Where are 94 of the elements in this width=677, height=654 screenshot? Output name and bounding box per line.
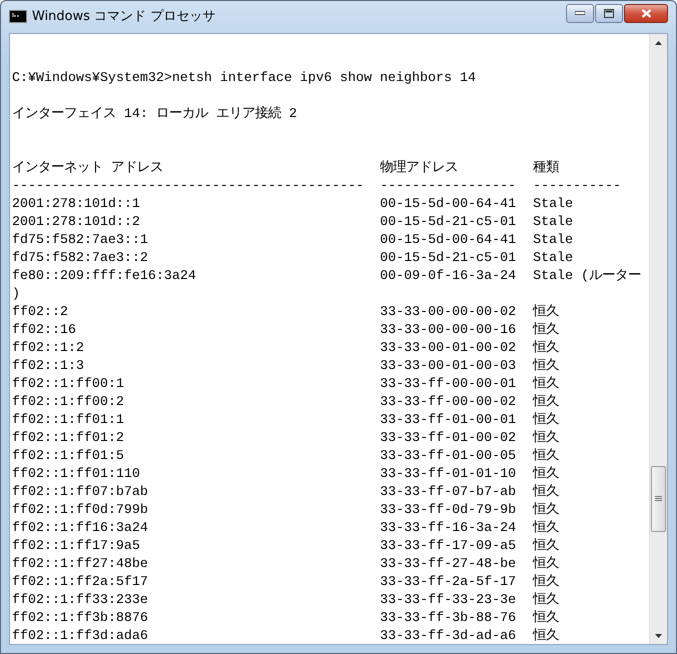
grip-icon [655,496,662,502]
mac-address: 33-33-ff-0d-79-9b [380,502,517,520]
ip-address: ff02::16 [12,322,77,340]
neighbor-type: Stale [533,250,574,268]
ip-address: ff02::1:ff3b:8876 [12,610,149,628]
maximize-icon [604,8,614,18]
ip-address: ff02::1:ff3d:ada6 [12,628,149,644]
console-icon [9,10,27,22]
scroll-down-icon[interactable] [655,634,662,638]
ip-address: 2001:278:101d::2 [12,214,141,232]
column-header: 種類 [533,160,560,178]
close-button[interactable] [624,4,668,22]
column-header: 物理アドレス [380,160,459,178]
mac-address: 33-33-ff-01-00-05 [380,448,517,466]
neighbor-type: 恒久 [533,610,560,628]
mac-address: 00-15-5d-21-c5-01 [380,214,517,232]
mac-address: 33-33-ff-01-00-01 [380,412,517,430]
ip-address: ff02::1:ff2a:5f17 [12,574,149,592]
ip-address: ff02::1:ff01:5 [12,448,125,466]
ip-address: ff02::1:ff07:b7ab [12,484,149,502]
mac-address: 00-15-5d-00-64-41 [380,196,517,214]
mac-address: 33-33-ff-17-09-a5 [380,538,517,556]
mac-address: 33-33-ff-00-00-02 [380,394,517,412]
ip-address: ff02::1:ff01:110 [12,466,141,484]
ip-address: ff02::1:ff00:2 [12,394,125,412]
mac-address: 33-33-ff-01-00-02 [380,430,517,448]
neighbor-type: Stale [533,232,574,250]
neighbor-type: 恒久 [533,502,560,520]
neighbor-type: 恒久 [533,412,560,430]
ip-address: ff02::1:ff01:2 [12,430,125,448]
mac-address: 33-33-ff-07-b7-ab [380,484,517,502]
ip-address: ff02::1:ff00:1 [12,376,125,394]
minimize-icon [575,11,585,15]
mac-address: 33-33-00-01-00-03 [380,358,517,376]
neighbor-type: 恒久 [533,340,560,358]
column-header: インターネット アドレス [12,160,164,178]
neighbor-type: 恒久 [533,322,560,340]
ip-address: fd75:f582:7ae3::2 [12,250,149,268]
scrollbar[interactable] [649,34,667,644]
neighbor-type: Stale [533,196,574,214]
neighbor-type: Stale [533,214,574,232]
ip-address: ff02::1:ff16:3a24 [12,520,149,538]
mac-address: 33-33-ff-00-00-01 [380,376,517,394]
neighbor-type: 恒久 [533,376,560,394]
command-line: C:¥Windows¥System32>netsh interface ipv6 show neighbors 14 [12,70,477,88]
mac-address: 33-33-00-01-00-02 [380,340,517,358]
separator-line: ----------------- [380,178,517,196]
mac-address: 33-33-ff-01-01-10 [380,466,517,484]
neighbor-type: 恒久 [533,556,560,574]
neighbor-type: 恒久 [533,592,560,610]
minimize-button[interactable] [566,4,594,22]
mac-address: 00-15-5d-00-64-41 [380,232,517,250]
scrollbar-thumb[interactable] [651,466,666,532]
ip-address: ff02::1:2 [12,340,85,358]
neighbor-type: 恒久 [533,394,560,412]
mac-address: 33-33-00-00-00-02 [380,304,517,322]
ip-address: ff02::2 [12,304,69,322]
mac-address: 33-33-ff-27-48-be [380,556,517,574]
neighbor-type: 恒久 [533,448,560,466]
ip-address: ff02::1:ff27:48be [12,556,149,574]
neighbor-type: 恒久 [533,520,560,538]
neighbor-type: 恒久 [533,304,560,322]
ip-address: ff02::1:ff33:233e [12,592,149,610]
window-title: Windows コマンド プロセッサ [32,8,216,25]
separator-line: -------------------------------------------- [12,178,365,196]
maximize-button[interactable] [595,4,623,22]
mac-address: 00-09-0f-16-3a-24 [380,268,517,286]
ip-address: 2001:278:101d::1 [12,196,141,214]
neighbor-type: 恒久 [533,574,560,592]
close-icon [640,8,652,18]
neighbor-type: 恒久 [533,628,560,644]
neighbor-type: Stale (ルーター [533,268,642,286]
mac-address: 00-15-5d-21-c5-01 [380,250,517,268]
neighbor-type: 恒久 [533,484,560,502]
ip-address: ff02::1:ff0d:799b [12,502,149,520]
ip-address: ff02::1:3 [12,358,85,376]
ip-address: ff02::1:ff01:1 [12,412,125,430]
scroll-up-icon[interactable] [655,40,662,44]
separator-line: ----------- [533,178,622,196]
ip-address: ff02::1:ff17:9a5 [12,538,141,556]
neighbor-type: 恒久 [533,466,560,484]
wrapped-text: ) [12,286,21,304]
mac-address: 33-33-ff-2a-5f-17 [380,574,517,592]
neighbor-type: 恒久 [533,358,560,376]
neighbor-type: 恒久 [533,430,560,448]
ip-address: fe80::209:fff:fe16:3a24 [12,268,197,286]
interface-line: インターフェイス 14: ローカル エリア接続 2 [12,106,298,124]
mac-address: 33-33-ff-16-3a-24 [380,520,517,538]
mac-address: 33-33-ff-3d-ad-a6 [380,628,517,644]
neighbor-type: 恒久 [533,538,560,556]
mac-address: 33-33-00-00-00-16 [380,322,517,340]
mac-address: 33-33-ff-33-23-3e [380,592,517,610]
ip-address: fd75:f582:7ae3::1 [12,232,149,250]
mac-address: 33-33-ff-3b-88-76 [380,610,517,628]
